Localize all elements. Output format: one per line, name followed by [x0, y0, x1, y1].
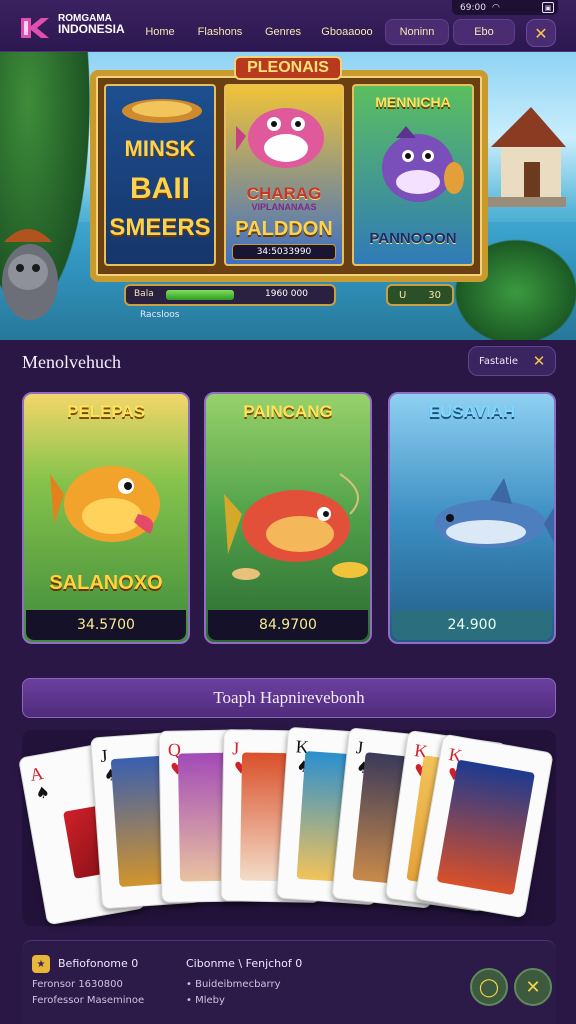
slot-frame: MINSK BAII SMEERS CHARAG VIPLANANAAS PAL… [90, 70, 488, 282]
game-card-2[interactable]: PAINCANG 84.9700 [204, 392, 372, 644]
notification-icon: ▣ [542, 2, 554, 13]
circle-button[interactable]: ◯ [470, 968, 508, 1006]
reel2-bottom: PALDDON [235, 218, 333, 240]
purple-fish-icon [382, 126, 464, 202]
bet-control[interactable]: U 30 [386, 284, 454, 306]
footer-mid-line2-text: Mleby [195, 995, 225, 1006]
section-title: Menolvehuch [22, 352, 121, 372]
close-icon[interactable]: ✕ [514, 968, 552, 1006]
status-bar: 69:00 ◠ ▣ [452, 0, 558, 15]
game-card-price: 34.5700 [26, 610, 186, 640]
balance-progress [166, 290, 234, 300]
card-rank: J [99, 745, 109, 766]
game-card-title: EUSAVIAH [428, 402, 516, 421]
footer-mid-line1-text: Buideibmecbarry [195, 979, 281, 990]
wifi-icon: ◠ [491, 2, 500, 13]
footer-left-line1: Feronsor 1630800 [32, 979, 123, 990]
nav-noninn[interactable]: Noninn [385, 19, 449, 45]
gold-fish-icon [50, 466, 160, 542]
footer-mid-line2: • Mleby [186, 995, 225, 1006]
hero-caption: Racsloos [140, 310, 180, 320]
nav-gboaaooo[interactable]: Gboaaooo [314, 19, 380, 45]
footer-mid-line1: • Buideibmecbarry [186, 979, 281, 990]
game-card-subtitle: SALANOXO [49, 572, 163, 594]
reel2-sub: VIPLANANAAS [251, 202, 317, 212]
spade-icon: ♠ [33, 782, 52, 804]
food-plate-icon [122, 99, 202, 123]
balance-bar: Bala 1960 000 [124, 284, 336, 306]
reel1-mid: BAII [130, 172, 190, 205]
nav-home[interactable]: Home [138, 19, 182, 45]
close-icon[interactable]: ✕ [526, 19, 556, 47]
reel2-mid: CHARAG [246, 184, 322, 203]
filter-pill-label: Fastatie [479, 355, 519, 367]
card-rank: J [355, 737, 365, 758]
pink-fish-icon [236, 108, 324, 168]
red-fish-icon [224, 473, 368, 580]
game-card-1[interactable]: PELEPAS SALANOXO 34.5700 [22, 392, 190, 644]
nav-genres[interactable]: Genres [258, 19, 308, 45]
status-time: 69:00 [460, 2, 486, 13]
close-icon[interactable]: ✕ [529, 351, 549, 371]
cards-banner[interactable]: Toaph Hapnirevebonh [22, 678, 556, 718]
reel-2[interactable]: CHARAG VIPLANANAAS PALDDON 34:5033990 [224, 84, 344, 266]
game-card-price: 84.9700 [208, 610, 368, 640]
brand-name: ROMGAMA INDONESIA [58, 13, 125, 35]
balance-label: Bala [134, 289, 154, 299]
footer-mid-title: Cibonme \ Fenjchof 0 [186, 957, 303, 970]
info-icon: ★ [32, 955, 50, 973]
footer-left-title: Befiofonome 0 [58, 957, 139, 970]
reel-1[interactable]: MINSK BAII SMEERS [104, 84, 216, 266]
reel2-bar: 34:5033990 [232, 244, 336, 260]
footer-left-line2: Ferofessor Maseminoe [32, 995, 145, 1006]
reel1-top: MINSK [124, 136, 196, 161]
shark-icon [434, 478, 554, 548]
reel1-bottom: SMEERS [109, 214, 211, 241]
bet-value: 30 [428, 289, 442, 301]
brand-line2: INDONESIA [58, 22, 125, 36]
nav-flashons[interactable]: Flashons [192, 19, 248, 45]
mascot-icon [2, 229, 58, 320]
hero-banner: MINSK BAII SMEERS CHARAG VIPLANANAAS PAL… [0, 52, 576, 340]
balance-value: 1960 000 [265, 289, 308, 299]
top-navbar: ROMGAMA INDONESIA Home Flashons Genres G… [0, 0, 576, 52]
game-card-3[interactable]: EUSAVIAH 24.900 [388, 392, 556, 644]
card-rank: J [232, 738, 240, 759]
bet-label: U [398, 289, 407, 301]
reel3-top: MENNICHA [375, 94, 451, 110]
game-card-price: 24.900 [392, 610, 552, 640]
reel3-bottom: PANNOOON [369, 230, 457, 247]
brand-logo-icon[interactable] [18, 14, 52, 42]
slot-title: PLEONAIS [234, 56, 342, 80]
cards-area: A ♠ J ♠ Q ♥ J ♥ K ♠ J ♠ K ♥ K ♥ [17, 726, 556, 926]
reel-3[interactable]: MENNICHA PANNOOON [352, 84, 474, 266]
nav-ebo[interactable]: Ebo [453, 19, 515, 45]
hut-icon [486, 107, 566, 207]
game-card-title: PAINCANG [243, 402, 333, 421]
game-card-title: PELEPAS [66, 402, 146, 421]
filter-pill[interactable]: Fastatie ✕ [468, 346, 556, 376]
